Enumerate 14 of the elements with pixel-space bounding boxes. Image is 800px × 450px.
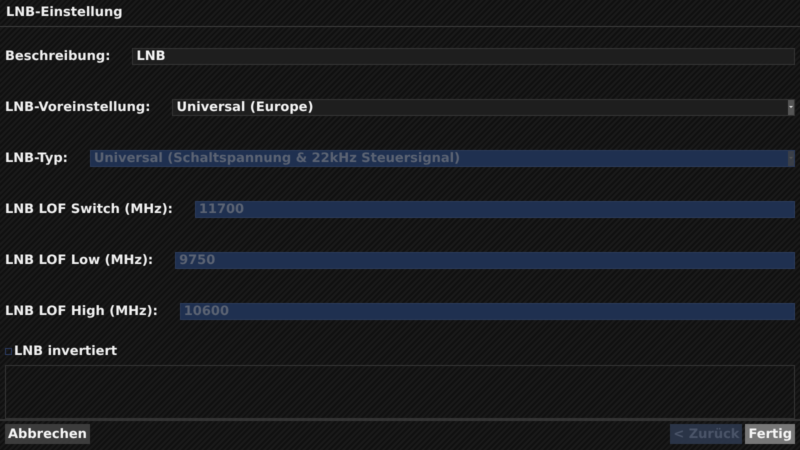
field-label: LNB LOF Switch (MHz):: [5, 202, 173, 216]
field-label: LNB-Voreinstellung:: [5, 100, 150, 114]
checkbox-label: LNB invertiert: [14, 344, 118, 359]
checkbox[interactable]: [5, 348, 12, 355]
field-label: LNB LOF High (MHz):: [5, 304, 158, 318]
dropdown-field[interactable]: Universal (Europe): [172, 98, 795, 116]
field-label: LNB-Typ:: [5, 150, 68, 166]
dialog-button[interactable]: Fertig: [745, 424, 795, 444]
field-label: LNB LOF Low (MHz):: [5, 252, 154, 268]
window-title: LNB-Einstellung: [0, 0, 800, 27]
dialog-button[interactable]: Abbrechen: [5, 424, 90, 444]
caret-icon: [789, 106, 793, 108]
input-field[interactable]: LNB: [132, 48, 795, 64]
field-label: Beschreibung:: [5, 48, 110, 64]
